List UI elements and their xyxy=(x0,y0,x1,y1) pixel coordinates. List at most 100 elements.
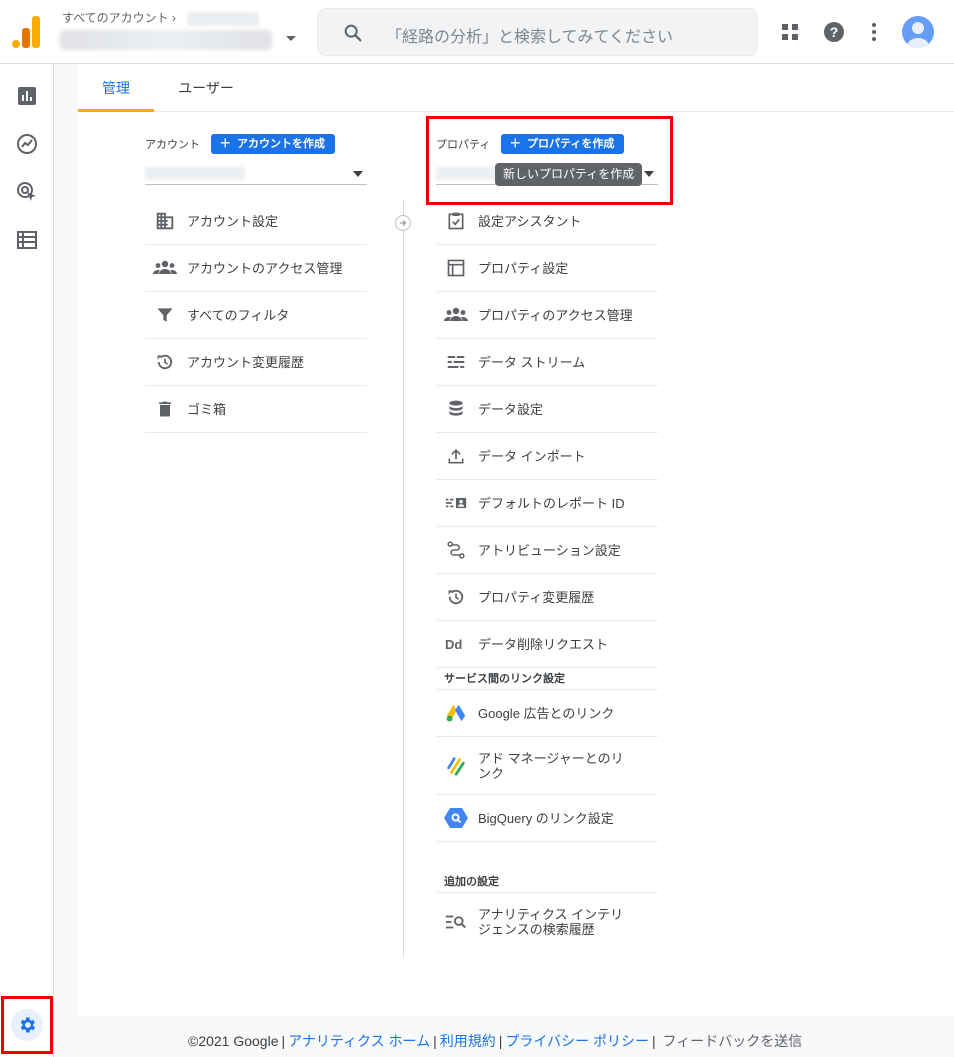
redacted-account-name xyxy=(145,167,245,180)
footer-separator: | xyxy=(281,1033,286,1049)
analytics-logo[interactable] xyxy=(12,16,40,48)
chevron-down-icon xyxy=(353,171,363,177)
advertising-icon[interactable] xyxy=(15,180,39,204)
list-item-label: デフォルトのレポート ID xyxy=(478,495,625,511)
history-icon xyxy=(153,350,177,374)
admin-panel: 管理 ユーザー アカウント + アカウントを作成 アカウント設定 アカウントのア… xyxy=(78,64,954,1016)
list-item-label: アトリビューション設定 xyxy=(478,542,621,558)
account-settings-list: アカウント設定 アカウントのアクセス管理 すべてのフィルタ アカウント変更履歴 … xyxy=(145,198,367,433)
extra-section-heading: 追加の設定 xyxy=(436,871,658,893)
list-item[interactable]: ゴミ箱 xyxy=(145,386,367,433)
configure-icon[interactable] xyxy=(15,228,39,252)
list-item[interactable]: アカウント設定 xyxy=(145,198,367,245)
create-property-highlight-box xyxy=(426,116,673,205)
search-input[interactable]: 「経路の分析」と検索してみてください xyxy=(386,23,673,47)
property-settings-list: 設定アシスタント プロパティ設定 プロパティのアクセス管理 データ ストリーム … xyxy=(436,198,658,951)
column-divider xyxy=(403,199,404,957)
admin-highlight-box xyxy=(1,996,53,1054)
svg-text:Dd: Dd xyxy=(445,637,462,652)
list-item-label: すべてのフィルタ xyxy=(187,307,290,323)
more-vert-icon[interactable] xyxy=(862,20,886,44)
create-account-button[interactable]: + アカウントを作成 xyxy=(211,134,335,154)
link-section-heading: サービス間のリンク設定 xyxy=(436,668,658,690)
list-item-label: データ設定 xyxy=(478,401,544,417)
list-item-label: アカウントのアクセス管理 xyxy=(187,260,343,276)
tab-users[interactable]: ユーザー xyxy=(164,64,248,112)
attribution-icon xyxy=(444,538,468,562)
admin-button[interactable] xyxy=(11,1009,43,1041)
footer-separator: | xyxy=(498,1033,503,1049)
top-app-bar: すべてのアカウント › 「経路の分析」と検索してみてください ? xyxy=(0,0,954,64)
list-item[interactable]: 設定アシスタント xyxy=(436,198,658,245)
list-item[interactable]: Google 広告とのリンク xyxy=(436,690,658,737)
trash-icon xyxy=(153,397,177,421)
svg-text:?: ? xyxy=(830,24,839,40)
list-item[interactable]: すべてのフィルタ xyxy=(145,292,367,339)
list-item[interactable]: BigQuery のリンク設定 xyxy=(436,795,658,842)
people-icon xyxy=(153,256,177,280)
list-item[interactable]: プロパティ変更履歴 xyxy=(436,574,658,621)
reports-icon[interactable] xyxy=(15,84,39,108)
list-item-label: プロパティのアクセス管理 xyxy=(478,307,633,323)
list-item[interactable]: アド マネージャーとのリンク xyxy=(436,737,658,795)
upload-icon xyxy=(444,444,468,468)
list-item[interactable]: データ ストリーム xyxy=(436,339,658,386)
account-selector[interactable] xyxy=(145,163,367,185)
person-icon xyxy=(907,22,929,48)
list-item-label: 設定アシスタント xyxy=(478,213,582,229)
breadcrumb-label: すべてのアカウント › xyxy=(62,11,177,25)
list-item[interactable]: データ インポート xyxy=(436,433,658,480)
list-item[interactable]: データ設定 xyxy=(436,386,658,433)
account-column-label: アカウント xyxy=(145,139,200,151)
apps-grid-icon[interactable] xyxy=(778,20,802,44)
gear-icon xyxy=(20,1017,35,1033)
feedback-link[interactable]: フィードバックを送信 xyxy=(663,1033,803,1049)
terms-link[interactable]: 利用規約 xyxy=(440,1033,496,1049)
list-item-label: アカウント変更履歴 xyxy=(187,354,305,370)
explore-icon[interactable] xyxy=(15,132,39,156)
logo-bar xyxy=(32,16,40,48)
list-item[interactable]: アカウント変更履歴 xyxy=(145,339,367,386)
list-item-label: プロパティ変更履歴 xyxy=(478,589,595,605)
account-avatar-icon[interactable] xyxy=(902,16,934,48)
privacy-policy-link[interactable]: プライバシー ポリシー xyxy=(505,1033,649,1049)
data-deletion-icon: Dd xyxy=(444,632,468,656)
footer-separator: | xyxy=(651,1033,656,1049)
logo-bar xyxy=(22,28,30,48)
list-item-label: アカウント設定 xyxy=(187,213,279,229)
breadcrumb[interactable]: すべてのアカウント › xyxy=(62,9,260,26)
history-icon xyxy=(444,585,468,609)
list-item[interactable]: プロパティのアクセス管理 xyxy=(436,292,658,339)
list-item[interactable]: アカウントのアクセス管理 xyxy=(145,245,367,292)
help-icon[interactable]: ? xyxy=(822,20,846,44)
google-ads-icon xyxy=(444,701,468,725)
create-account-label: アカウントを作成 xyxy=(237,138,325,150)
copyright-text: ©2021 Google xyxy=(188,1033,279,1049)
building-icon xyxy=(153,209,177,233)
search-history-icon xyxy=(444,910,468,934)
ad-manager-icon xyxy=(444,754,468,778)
logo-bar xyxy=(12,40,20,48)
redacted-account-id xyxy=(187,11,260,26)
footer: ©2021 Google | アナリティクス ホーム | 利用規約 | プライバシー ポリシ… xyxy=(188,1031,802,1051)
data-stream-icon xyxy=(444,350,468,374)
search-box[interactable]: 「経路の分析」と検索してみてください xyxy=(317,8,758,56)
list-item[interactable]: プロパティ設定 xyxy=(436,245,658,292)
people-icon xyxy=(444,303,468,327)
analytics-home-link[interactable]: アナリティクス ホーム xyxy=(288,1033,430,1049)
tab-admin[interactable]: 管理 xyxy=(78,64,154,112)
list-item-label: アナリティクス インテリジェンスの検索履歴 xyxy=(478,907,624,937)
list-item-label: Google 広告とのリンク xyxy=(478,705,615,721)
property-layout-icon xyxy=(444,256,468,280)
list-item[interactable]: アトリビューション設定 xyxy=(436,527,658,574)
list-item[interactable]: アナリティクス インテリジェンスの検索履歴 xyxy=(436,893,658,951)
bigquery-icon xyxy=(444,806,468,830)
list-item-label: アド マネージャーとのリンク xyxy=(478,750,624,781)
redacted-property-name[interactable] xyxy=(60,30,272,50)
chevron-down-icon[interactable] xyxy=(286,36,296,41)
list-item[interactable]: Dd データ削除リクエスト xyxy=(436,621,658,668)
list-item-label: データ ストリーム xyxy=(478,354,586,370)
list-item[interactable]: デフォルトのレポート ID xyxy=(436,480,658,527)
active-tab-indicator xyxy=(78,109,154,112)
